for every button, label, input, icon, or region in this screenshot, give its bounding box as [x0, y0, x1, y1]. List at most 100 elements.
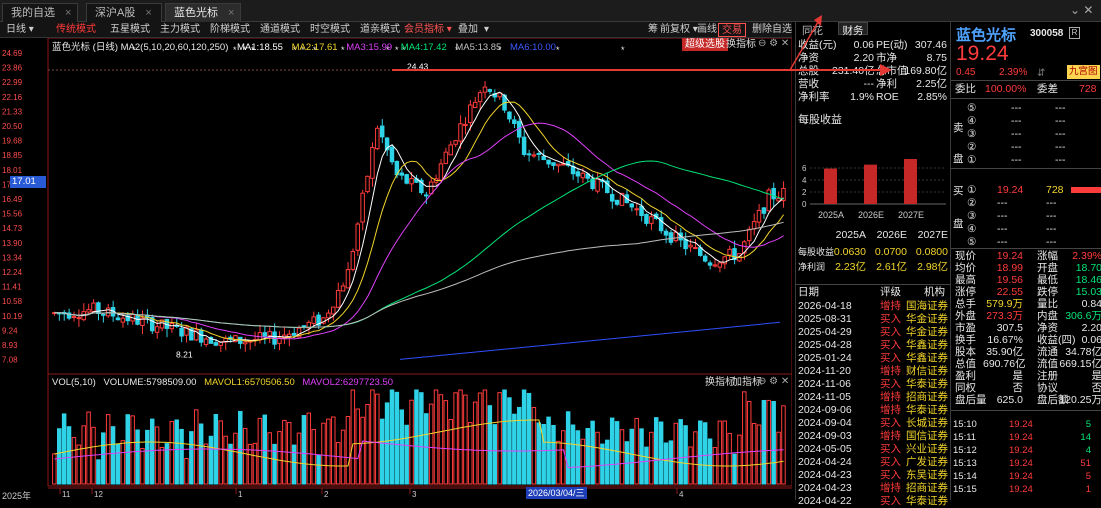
volume-bar [365, 404, 370, 485]
rating-broker[interactable]: 华泰证券 [906, 378, 948, 391]
rating-broker[interactable]: 华鑫证券 [906, 339, 948, 352]
rating-broker[interactable]: 东吴证券 [906, 469, 948, 482]
buy-volume: --- [1046, 197, 1057, 209]
rating-grade: 增持 [880, 365, 901, 377]
toolbar-right-item-1[interactable]: 前复权 ▾ [660, 23, 698, 37]
rating-broker[interactable]: 长城证券 [906, 417, 948, 430]
window-controls[interactable]: ⌄ ✕ [1070, 3, 1093, 17]
candle-body [663, 230, 669, 236]
volume-bar [536, 422, 542, 485]
candle-body [487, 89, 493, 92]
vol-window-controls[interactable]: ⊖ ⚙ ✕ [758, 376, 789, 387]
volume-legend: VOL(5,10) VOLUME:5798509.00 MAVOL1:65705… [52, 377, 393, 388]
rating-date: 2024-04-23 [798, 469, 852, 481]
toolbar-right-item-3[interactable]: 交易 [718, 23, 746, 37]
rating-broker[interactable]: 招商证券 [906, 482, 948, 495]
tab-0[interactable]: 我的自选 × [2, 3, 78, 22]
close-icon[interactable]: × [228, 7, 234, 19]
rating-grade: 买入 [880, 469, 901, 481]
eps-ytick: 2 [802, 188, 807, 197]
rating-grade: 增持 [880, 300, 901, 312]
toolbar-item-2[interactable]: 五星模式 [110, 23, 150, 37]
rating-broker[interactable]: 华金证券 [906, 326, 948, 339]
fin-value: 0.06 [853, 39, 874, 51]
rating-date: 2024-05-05 [798, 443, 852, 455]
price-tick-label: 18.85 [2, 151, 23, 160]
period-label: (日线) [92, 42, 118, 53]
candle-body [702, 255, 708, 262]
tab-finance[interactable]: 财务 [838, 22, 868, 37]
price-tick-label: 24.69 [2, 49, 23, 58]
rating-broker[interactable]: 广发证券 [906, 456, 948, 469]
rating-broker[interactable]: 国海证券 [906, 300, 948, 313]
toolbar-item-8[interactable]: 会员指标 ▾ [404, 23, 452, 37]
candle-body [712, 264, 718, 267]
buy-price: --- [997, 223, 1008, 235]
toolbar-item-4[interactable]: 阶梯模式 [210, 23, 250, 37]
price-change: 0.45 [956, 67, 976, 78]
toolbar-item-1[interactable]: 传统模式 [56, 23, 96, 37]
candle-body [76, 317, 82, 320]
candle-body [389, 146, 395, 163]
toolbar-right-item-4[interactable]: 删除自选 [752, 23, 792, 37]
toolbar-item-5[interactable]: 通道模式 [260, 23, 300, 37]
nine-grid-button[interactable]: 九宫图 [1067, 65, 1100, 79]
kline-chart-svg[interactable]: 24.69 23.86 22.99 22.16 21.33 20.50 19.68 18.85… [0, 38, 792, 500]
candles [52, 81, 786, 353]
toolbar-item-7[interactable]: 道亲模式 [360, 23, 400, 37]
volume-bar [321, 422, 326, 485]
volume-bar [262, 414, 268, 485]
candle-body [507, 111, 512, 120]
rating-broker[interactable]: 华泰证券 [906, 404, 948, 417]
price-tick-label: 10.58 [2, 297, 23, 306]
super-select-button[interactable]: 超级选股 [682, 38, 728, 51]
toolbar-right-item-0[interactable]: 筹 [648, 23, 658, 37]
sort-icon[interactable]: ⇵ [1037, 68, 1045, 79]
volume-bar [751, 423, 757, 485]
price-tick-label: 13.90 [2, 239, 23, 248]
tick-price: 19.24 [1009, 458, 1033, 469]
toolbar-item-3[interactable]: 主力模式 [160, 23, 200, 37]
rating-broker[interactable]: 华鑫证券 [906, 352, 948, 365]
candle-body [291, 332, 297, 336]
price-tick-label: 19.68 [2, 137, 23, 146]
tab-tonghua[interactable]: 同花 [802, 23, 823, 38]
buy-volume: --- [1046, 223, 1057, 235]
rating-broker[interactable]: 华泰证券 [906, 495, 948, 508]
volume-bar [746, 400, 752, 485]
close-icon[interactable]: × [145, 7, 151, 19]
volume-bar [145, 429, 150, 485]
close-icon[interactable]: × [65, 7, 71, 19]
weibi-value: 100.00% [985, 83, 1027, 95]
rating-broker[interactable]: 国信证券 [906, 430, 948, 443]
volume-bar [233, 432, 238, 485]
kline-chart-area[interactable]: 24.69 23.86 22.99 22.16 21.33 20.50 19.68 18.85… [0, 38, 792, 501]
rating-broker[interactable]: 财信证券 [906, 365, 948, 378]
year-label: 2025年 [2, 491, 32, 501]
rating-broker[interactable]: 兴业证券 [906, 443, 948, 456]
candle-body [267, 331, 272, 337]
rating-broker[interactable]: 招商证券 [906, 391, 948, 404]
candle-body [751, 221, 757, 230]
candle-body [482, 86, 488, 93]
sell-pan-label: 盘 [953, 153, 964, 165]
date-tick-label: 2 [324, 490, 329, 499]
volume-bar [277, 431, 282, 485]
volume-bar [355, 408, 360, 485]
rating-date: 2024-09-06 [798, 404, 852, 416]
volume-bar [394, 391, 400, 485]
switch-indicator-button[interactable]: 换指标 [723, 38, 759, 51]
candle-body [595, 178, 600, 192]
toolbar-item-0[interactable]: 日线 ▾ [6, 23, 34, 37]
toolbar-right-item-2[interactable]: 画线 [697, 23, 717, 37]
volume-bar [218, 420, 223, 485]
ma-line-120 [54, 221, 784, 328]
toolbar-item-9[interactable]: 叠加 [458, 23, 478, 37]
tab-2[interactable]: 蓝色光标 × [165, 3, 241, 22]
tab-1[interactable]: 深沪A股 × [86, 3, 162, 22]
rating-broker[interactable]: 华金证券 [906, 313, 948, 326]
toolbar-item-6[interactable]: 时空模式 [310, 23, 350, 37]
volume-bar [492, 424, 497, 485]
toolbar-item-10[interactable]: ▾ [484, 23, 489, 37]
chart-window-controls[interactable]: ⊖ ⚙ ✕ [758, 38, 789, 49]
